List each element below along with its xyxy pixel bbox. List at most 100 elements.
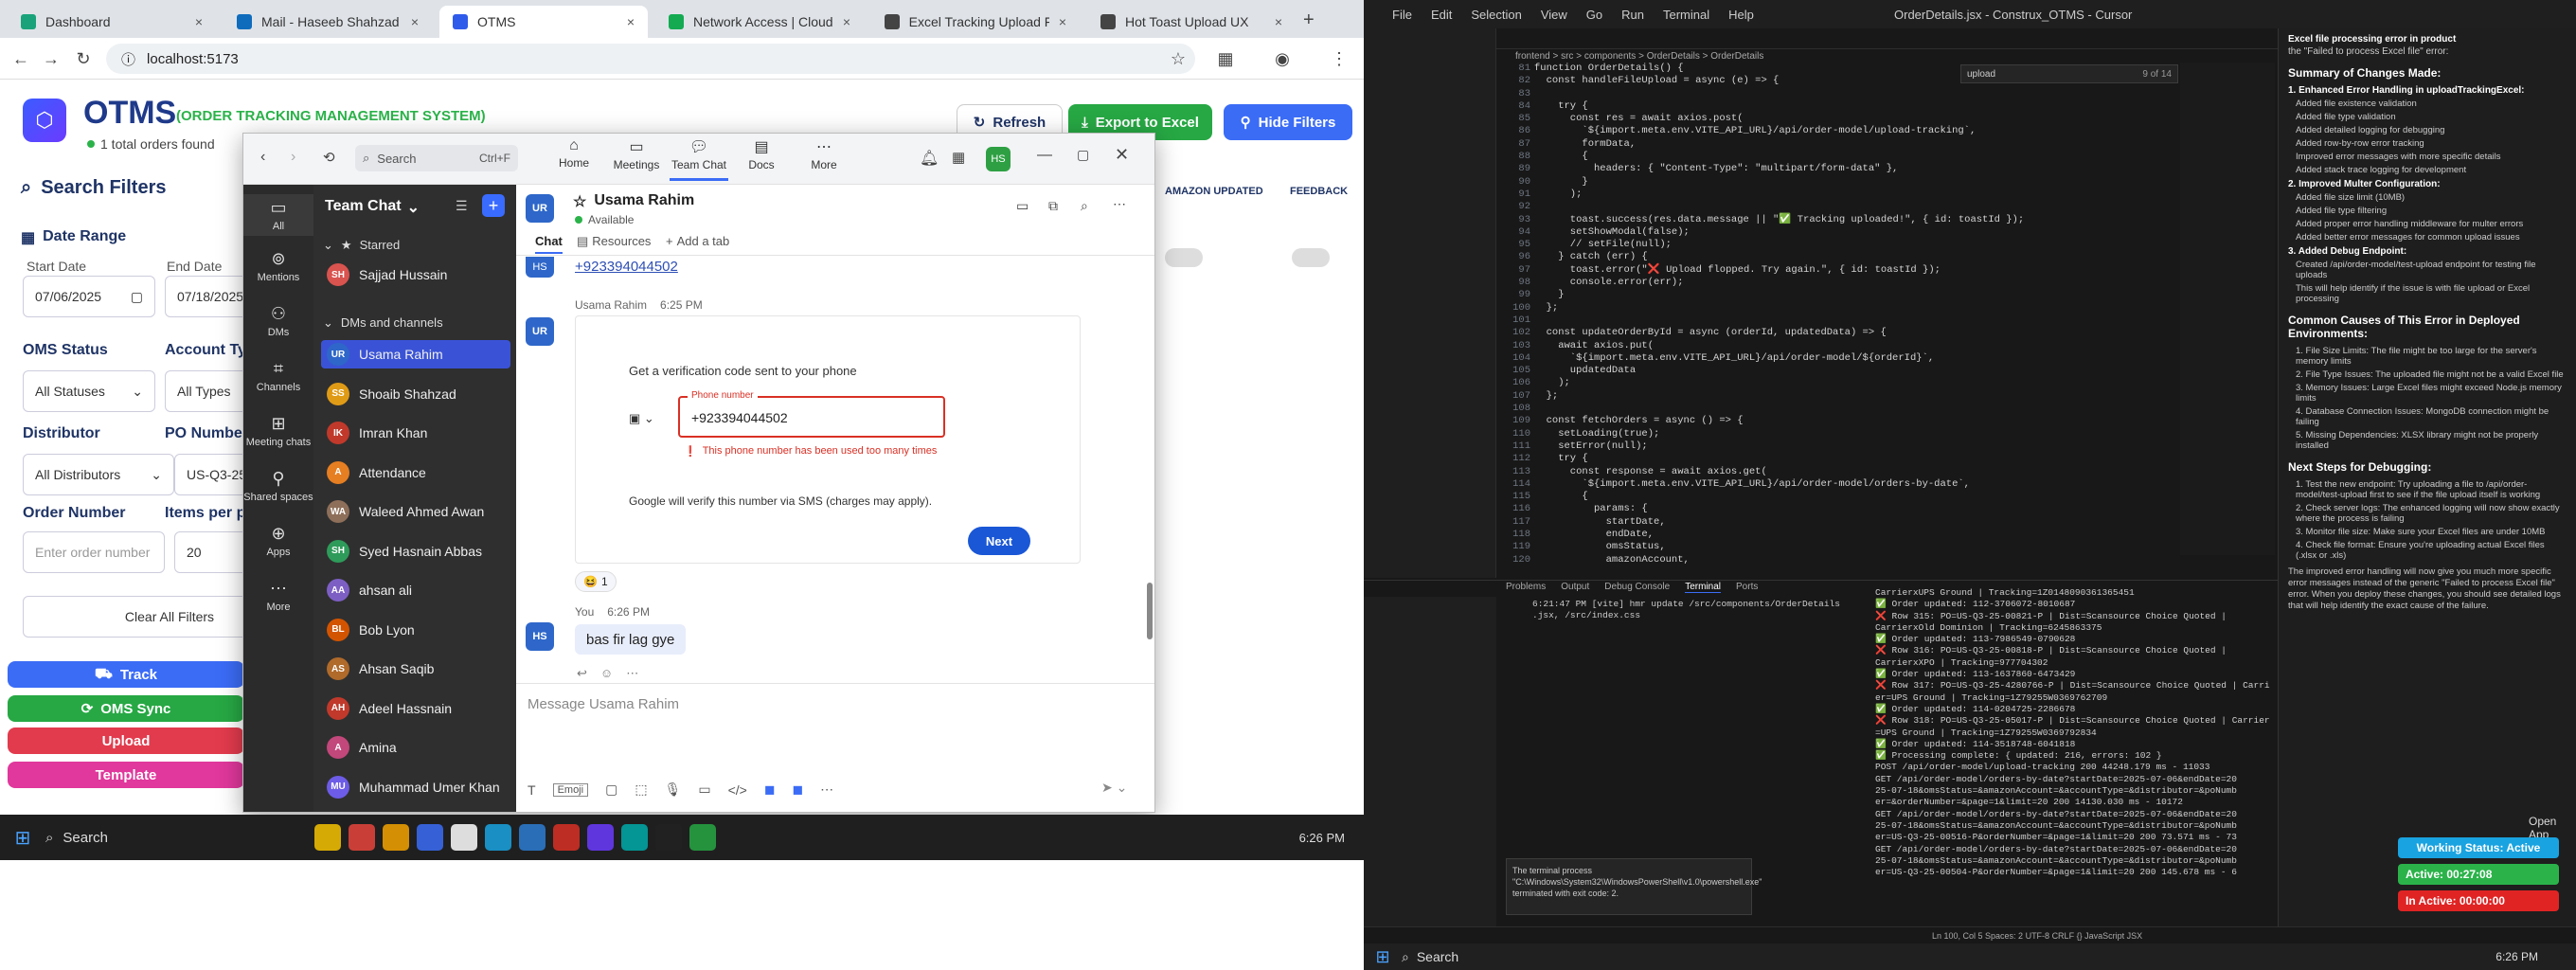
history-icon[interactable]: ⟲: [323, 149, 335, 166]
amazon-updated-toggle[interactable]: [1165, 248, 1203, 267]
taskbar-app-icon[interactable]: [655, 824, 682, 851]
contact-item[interactable]: AAAsad Ali Khan: [321, 812, 510, 813]
panel-tab[interactable]: Debug Console: [1604, 582, 1670, 593]
minimap[interactable]: [2180, 63, 2275, 555]
close-tab-icon[interactable]: ×: [627, 14, 635, 29]
contact-item[interactable]: SH Syed Hasnain Abbas: [321, 537, 510, 566]
hide-filters-button[interactable]: ⚲ Hide Filters: [1224, 104, 1352, 140]
panel-tab[interactable]: Terminal: [1685, 582, 1722, 593]
nav-docs[interactable]: ▤ Docs: [732, 137, 791, 181]
close-icon[interactable]: ✕: [1115, 145, 1129, 165]
vite-terminal[interactable]: 6:21:47 PM [vite] hmr update /src/compon…: [1532, 599, 1854, 621]
menu-view[interactable]: View: [1541, 8, 1567, 22]
screen-share-icon[interactable]: ⧉: [1048, 198, 1058, 214]
team-chat-list-title[interactable]: Team Chat ⌄: [325, 198, 420, 217]
menu-help[interactable]: Help: [1728, 8, 1754, 22]
taskbar-app-icon[interactable]: [349, 824, 375, 851]
contact-item[interactable]: WA Waleed Ahmed Awan: [321, 497, 510, 526]
menu-terminal[interactable]: Terminal: [1663, 8, 1709, 22]
new-chat-button[interactable]: +: [482, 194, 505, 217]
emoji-icon[interactable]: ☺: [600, 666, 613, 681]
screenshot-icon[interactable]: ⬚: [635, 781, 647, 798]
filter-icon[interactable]: ☰: [456, 198, 468, 214]
panel-tab[interactable]: Ports: [1736, 582, 1758, 593]
more-options-icon[interactable]: ⋯: [1113, 196, 1126, 212]
rail-mentions[interactable]: ⊚ Mentions: [243, 249, 313, 283]
taskbar-app-icon[interactable]: [451, 824, 477, 851]
taskbar-app-icon[interactable]: [417, 824, 443, 851]
star-icon[interactable]: ☆: [573, 192, 586, 211]
bell-icon[interactable]: 🔔︎: [920, 149, 939, 168]
taskbar-search[interactable]: ⌕ Search: [1402, 949, 1610, 965]
contact-item[interactable]: SH Sajjad Hussain: [321, 260, 510, 289]
compose-input[interactable]: Message Usama Rahim: [528, 696, 679, 712]
menu-run[interactable]: Run: [1621, 8, 1644, 22]
taskbar-search[interactable]: ⌕ Search: [45, 830, 292, 846]
more-icon[interactable]: ⋯: [626, 666, 638, 681]
taskbar-clock[interactable]: 6:26 PM: [2496, 950, 2538, 963]
nav-meetings[interactable]: ▭ Meetings: [607, 137, 666, 181]
reply-icon[interactable]: ↩: [577, 666, 587, 681]
contact-item[interactable]: IK Imran Khan: [321, 419, 510, 447]
upload-button[interactable]: Upload: [8, 728, 244, 754]
code-icon[interactable]: </>: [728, 782, 747, 798]
windows-start-icon[interactable]: ⊞: [1364, 947, 1402, 967]
dm-channels-section[interactable]: ⌄ DMs and channels: [323, 315, 443, 331]
starred-section[interactable]: ⌄ ★ Starred: [323, 238, 400, 253]
format-text-icon[interactable]: T: [528, 782, 536, 798]
taskbar-app-icon[interactable]: [314, 824, 341, 851]
tab-chat[interactable]: Chat: [535, 234, 563, 254]
contact-item[interactable]: AH Adeel Hassnain: [321, 694, 510, 723]
taskbar-app-icon[interactable]: [553, 824, 580, 851]
add-tab-button[interactable]: + Add a tab: [666, 234, 729, 248]
close-tab-icon[interactable]: ×: [843, 14, 850, 29]
browser-tab[interactable]: Dashboard ×: [8, 6, 216, 38]
browser-tab[interactable]: Network Access | Cloud ×: [655, 6, 864, 38]
tab-resources[interactable]: ▤ Resources: [577, 234, 651, 249]
taskbar-app-icon[interactable]: [485, 824, 511, 851]
menu-edit[interactable]: Edit: [1431, 8, 1452, 22]
mic-icon[interactable]: 🎙︎: [665, 781, 682, 798]
chat-contact-name[interactable]: ☆ Usama Rahim: [573, 192, 694, 211]
rail-channels[interactable]: ⌗ Channels: [243, 359, 313, 393]
track-button[interactable]: ⛟ Track: [8, 661, 244, 688]
taskbar-clock[interactable]: 6:26 PM: [1299, 831, 1345, 845]
scrollbar[interactable]: [1147, 583, 1153, 639]
video-call-icon[interactable]: ▭: [1016, 198, 1029, 214]
template-button[interactable]: Template: [8, 762, 244, 788]
maximize-icon[interactable]: ▢: [1077, 147, 1089, 163]
start-date-input[interactable]: 07/06/2025 ▢: [23, 276, 155, 317]
oms-status-select[interactable]: All Statuses ⌄: [23, 370, 155, 412]
url-field[interactable]: ⓘ localhost:5173: [106, 44, 1195, 74]
browser-tab[interactable]: Hot Toast Upload UX ×: [1087, 6, 1296, 38]
minimize-icon[interactable]: —: [1037, 147, 1052, 164]
contact-item[interactable]: A Attendance: [321, 458, 510, 487]
new-tab-icon[interactable]: +: [1303, 9, 1315, 31]
back-icon[interactable]: ‹: [260, 149, 265, 166]
site-info-icon[interactable]: ⓘ: [121, 49, 135, 69]
extensions-icon[interactable]: ▦: [1212, 45, 1239, 72]
panel-tab[interactable]: Output: [1561, 582, 1589, 593]
oms-sync-button[interactable]: ⟳ OMS Sync: [8, 695, 244, 722]
browser-tab[interactable]: OTMS ×: [439, 6, 648, 38]
video-clip-icon[interactable]: ▭: [698, 781, 710, 798]
browser-tab[interactable]: Excel Tracking Upload F ×: [871, 6, 1080, 38]
forward-icon[interactable]: →: [38, 45, 64, 72]
screenshot-attachment[interactable]: Get a verification code sent to your pho…: [575, 315, 1081, 564]
rail-shared-spaces[interactable]: ⚲ Shared spaces: [243, 469, 313, 503]
panel-tab[interactable]: Problems: [1506, 582, 1546, 593]
code-editor[interactable]: function OrderDetails() { const handleFi…: [1534, 63, 2121, 574]
taskbar-app-icon[interactable]: [519, 824, 546, 851]
more-icon[interactable]: ⋯: [820, 781, 833, 798]
back-icon[interactable]: ←: [8, 45, 34, 72]
distributor-select[interactable]: All Distributors ⌄: [23, 454, 174, 495]
avatar[interactable]: HS: [986, 147, 1011, 171]
app-icon[interactable]: ◼: [764, 781, 776, 798]
contact-item[interactable]: UR Usama Rahim: [321, 340, 510, 368]
app-icon[interactable]: ◼: [792, 781, 803, 798]
contact-item[interactable]: SS Shoaib Shahzad: [321, 380, 510, 408]
contact-item[interactable]: AA ahsan ali: [321, 576, 510, 604]
menu-go[interactable]: Go: [1586, 8, 1602, 22]
bookmark-star-icon[interactable]: ☆: [1165, 45, 1191, 72]
team-chat-search[interactable]: ⌕ Search Ctrl+F: [355, 145, 518, 171]
